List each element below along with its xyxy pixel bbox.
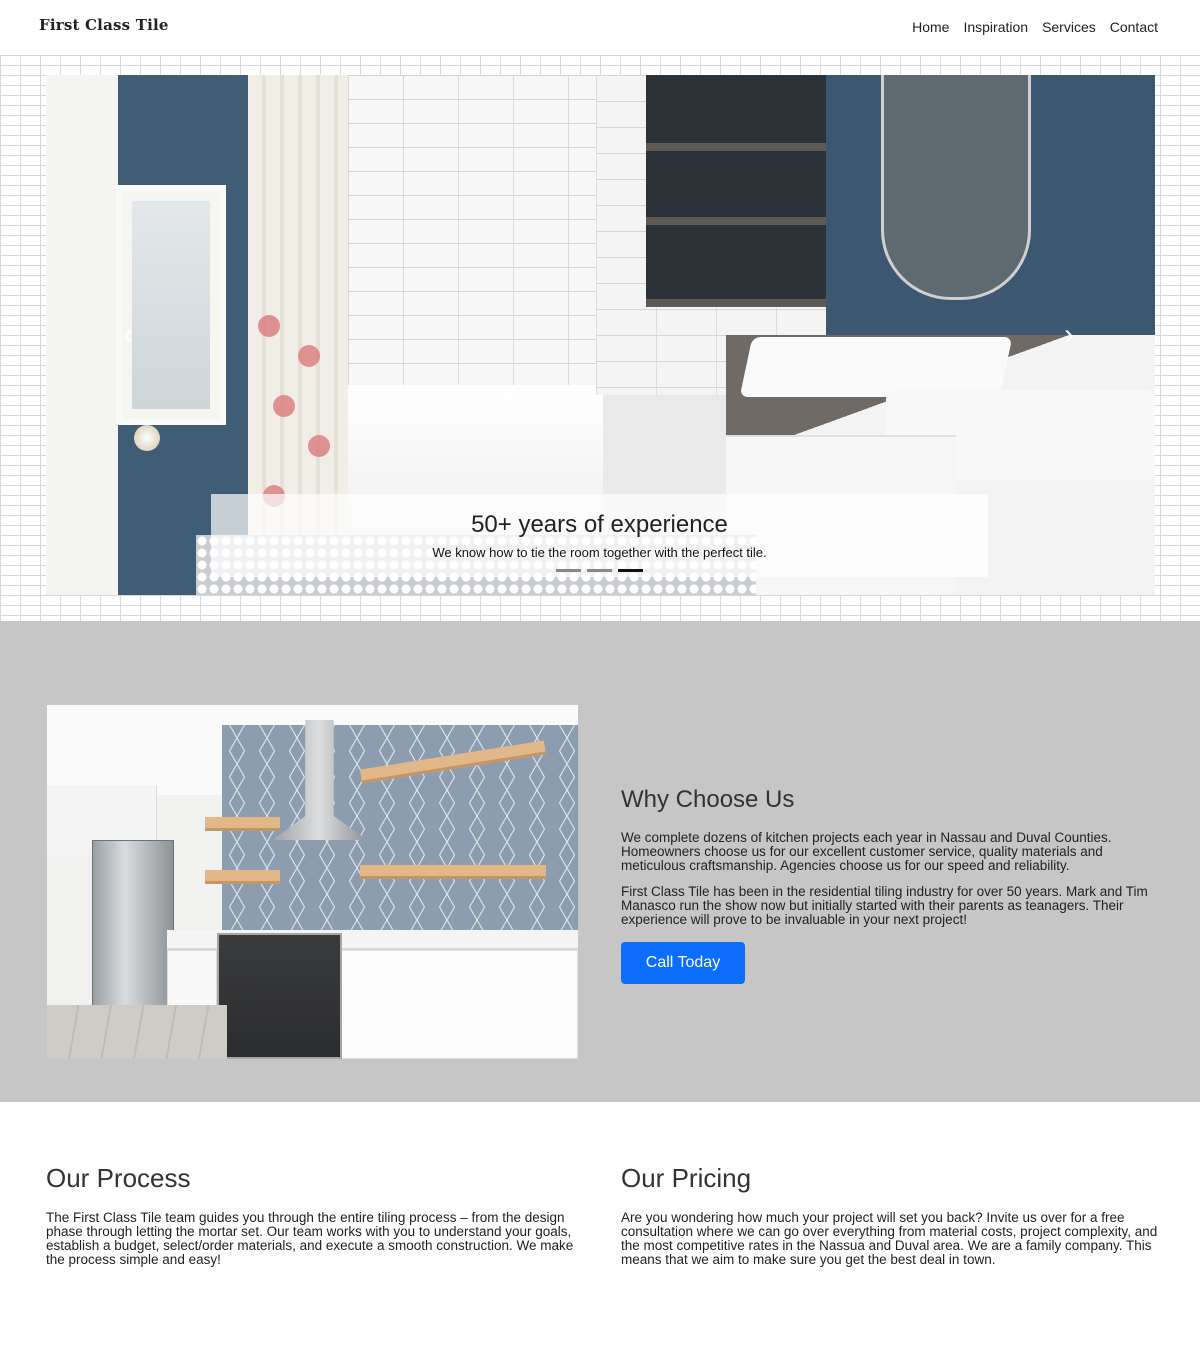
- our-process-section: Our Process The First Class Tile team gu…: [46, 1163, 586, 1267]
- caption-title: 50+ years of experience: [471, 511, 728, 538]
- why-paragraph-1: We complete dozens of kitchen projects e…: [621, 830, 1112, 873]
- carousel-indicator-3[interactable]: [618, 569, 643, 572]
- carousel-indicators: [211, 569, 988, 572]
- process-text: The First Class Tile team guides you thr…: [46, 1210, 574, 1267]
- pricing-title: Our Pricing: [621, 1163, 752, 1193]
- carousel-indicator-2[interactable]: [587, 569, 612, 572]
- why-choose-us-section: Why Choose Us We complete dozens of kitc…: [0, 621, 1200, 1102]
- process-title: Our Process: [46, 1163, 191, 1193]
- nav-home-link[interactable]: Home: [912, 19, 949, 35]
- caption-text: We know how to tie the room together wit…: [432, 545, 767, 560]
- hero-carousel: ‹ › 50+ years of experience We know how …: [46, 75, 1155, 595]
- carousel-caption: 50+ years of experience We know how to t…: [211, 494, 988, 577]
- nav-inspiration-link[interactable]: Inspiration: [963, 19, 1028, 35]
- nav-contact-link[interactable]: Contact: [1110, 19, 1158, 35]
- nav-services-link[interactable]: Services: [1042, 19, 1096, 35]
- nav-links: Home Inspiration Services Contact: [912, 19, 1158, 35]
- why-text-block: Why Choose Us We complete dozens of kitc…: [621, 786, 1161, 984]
- carousel-indicator-1[interactable]: [556, 569, 581, 572]
- carousel-next-icon[interactable]: ›: [1049, 315, 1089, 355]
- carousel-prev-icon[interactable]: ‹: [108, 315, 148, 355]
- our-pricing-section: Our Pricing Are you wondering how much y…: [621, 1163, 1161, 1267]
- pricing-text: Are you wondering how much your project …: [621, 1210, 1158, 1267]
- call-today-button[interactable]: Call Today: [621, 942, 745, 984]
- why-title: Why Choose Us: [621, 786, 795, 813]
- navbar: First Class Tile Home Inspiration Servic…: [0, 0, 1200, 55]
- kitchen-photo: [47, 705, 578, 1059]
- why-paragraph-2: First Class Tile has been in the residen…: [621, 884, 1148, 927]
- brand-logo[interactable]: First Class Tile: [39, 16, 169, 34]
